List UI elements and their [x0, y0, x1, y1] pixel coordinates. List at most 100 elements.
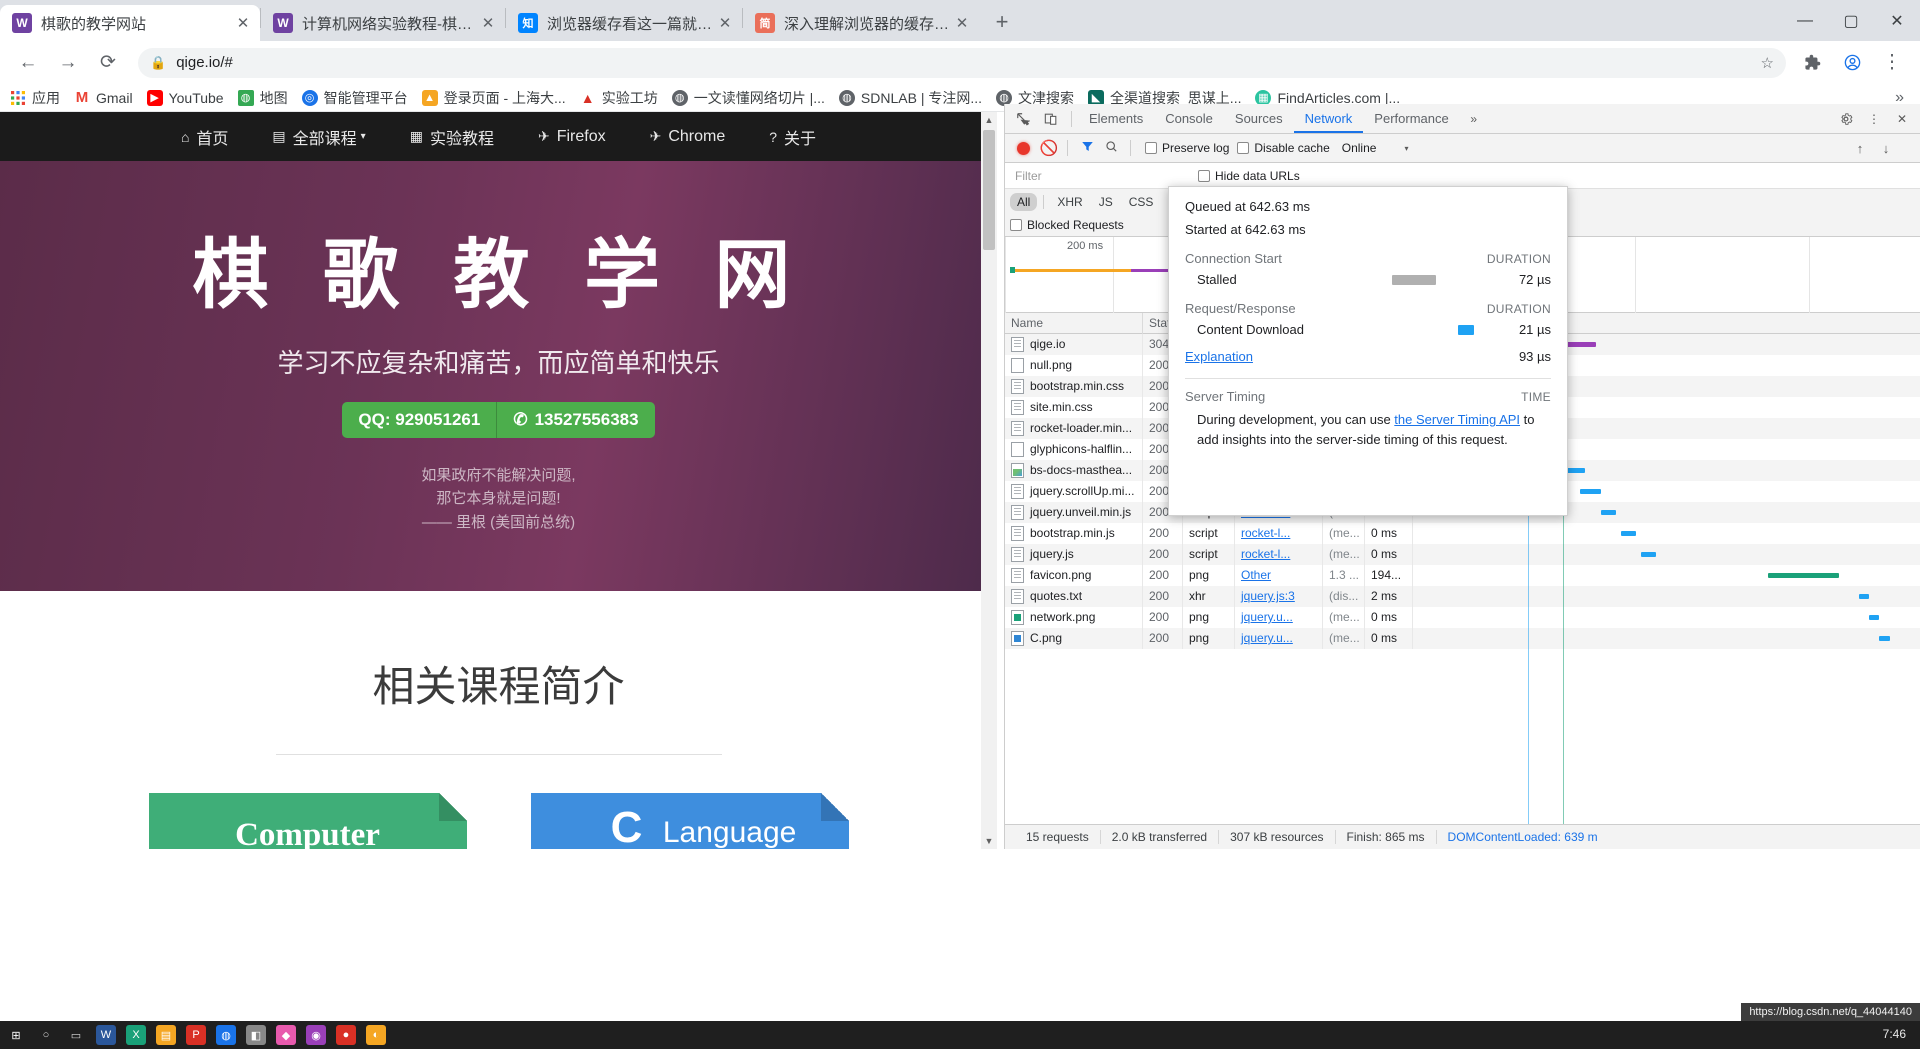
clear-icon[interactable]: 🚫 — [1039, 138, 1059, 158]
app-icon-7[interactable]: ◆ — [276, 1025, 296, 1045]
devtools-menu-icon[interactable]: ⋮ — [1860, 106, 1888, 132]
app-icon-8[interactable]: ◉ — [306, 1025, 326, 1045]
bookmark-sdnlab[interactable]: ◍ SDNLAB | 专注网... — [838, 88, 982, 108]
browser-tab-2[interactable]: 知 浏览器缓存看这一篇就够了 - 知乎 ✕ — [506, 5, 742, 41]
minimize-button[interactable]: — — [1782, 0, 1828, 41]
browser-tab-1[interactable]: W 计算机网络实验教程-棋歌教学网 ✕ — [261, 5, 505, 41]
search-icon[interactable] — [1100, 140, 1122, 156]
course-card-computer-network[interactable]: Computer — [148, 793, 467, 849]
device-toolbar-icon[interactable] — [1037, 106, 1065, 132]
table-row[interactable]: favicon.png 200 png Other 1.3 ... 194... — [1005, 565, 1920, 586]
chrome-menu-icon[interactable]: ⋮ — [1875, 46, 1909, 80]
nav-item-chrome[interactable]: ✈ Chrome — [650, 128, 726, 146]
browser-tab-3[interactable]: 简 深入理解浏览器的缓存机制 - 简书 ✕ — [743, 5, 979, 41]
gear-icon[interactable] — [1832, 106, 1860, 132]
tab-elements[interactable]: Elements — [1078, 104, 1154, 133]
browser-tab-0[interactable]: W 棋歌的教学网站 ✕ — [0, 5, 260, 41]
profile-icon[interactable] — [1835, 46, 1869, 80]
bookmark-youtube[interactable]: ▶ YouTube — [146, 89, 224, 106]
import-har-icon[interactable]: ↑ — [1848, 141, 1872, 156]
inspect-element-icon[interactable] — [1009, 106, 1037, 132]
tab-close-icon[interactable]: ✕ — [714, 12, 736, 34]
filter-input[interactable]: Filter — [1010, 165, 1178, 186]
column-header-name[interactable]: Name — [1005, 313, 1143, 334]
bookmark-gmail[interactable]: M Gmail — [74, 89, 133, 106]
export-har-icon[interactable]: ↓ — [1874, 141, 1898, 156]
app-icon-9[interactable]: ● — [336, 1025, 356, 1045]
scroll-down-icon[interactable]: ▼ — [981, 833, 997, 849]
star-icon[interactable]: ☆ — [1761, 54, 1774, 72]
server-timing-api-link[interactable]: the Server Timing API — [1394, 412, 1520, 427]
bookmark-lab[interactable]: ▲ 实验工坊 — [580, 88, 658, 108]
checkbox-box — [1145, 142, 1157, 154]
tab-console[interactable]: Console — [1154, 104, 1224, 133]
type-filter-all[interactable]: All — [1010, 192, 1038, 211]
bookmark-network-slicing[interactable]: ◍ 一文读懂网络切片 |... — [671, 88, 825, 108]
maximize-button[interactable]: ▢ — [1828, 0, 1874, 41]
disable-cache-checkbox[interactable]: Disable cache — [1237, 141, 1330, 155]
nav-item-home[interactable]: ⌂ 首页 — [181, 125, 228, 149]
nav-item-lab-tutorial[interactable]: ▦ 实验教程 — [410, 125, 494, 149]
app-icon-5[interactable]: ◍ — [216, 1025, 236, 1045]
tab-performance[interactable]: Performance — [1363, 104, 1459, 133]
funnel-icon[interactable] — [1076, 140, 1098, 156]
scrollbar-thumb[interactable] — [983, 130, 995, 250]
bookmark-login-page[interactable]: ▲ 登录页面 - 上海大... — [421, 88, 566, 108]
app-icon-2[interactable]: X — [126, 1025, 146, 1045]
tab-sources[interactable]: Sources — [1224, 104, 1294, 133]
close-window-button[interactable]: ✕ — [1874, 0, 1920, 41]
table-row[interactable]: quotes.txt 200 xhr jquery.js:3 (dis... 2 ms — [1005, 586, 1920, 607]
nav-item-about[interactable]: ? 关于 — [769, 125, 816, 149]
extensions-icon[interactable] — [1795, 46, 1829, 80]
bookmark-smart-platform[interactable]: ◎ 智能管理平台 — [301, 88, 408, 108]
table-row[interactable]: bootstrap.min.js 200 script rocket-l... (me.… — [1005, 523, 1920, 544]
tab-favicon: 知 — [518, 13, 538, 33]
explanation-link[interactable]: Explanation — [1185, 349, 1253, 364]
tab-close-icon[interactable]: ✕ — [951, 12, 973, 34]
app-icon-6[interactable]: ◧ — [246, 1025, 266, 1045]
type-filter-js[interactable]: JS — [1092, 193, 1120, 211]
tab-network[interactable]: Network — [1293, 104, 1364, 133]
reload-button[interactable]: ⟳ — [91, 46, 125, 80]
app-icon-1[interactable]: W — [96, 1025, 116, 1045]
initiator-link[interactable]: jquery.u... — [1241, 610, 1293, 624]
tab-close-icon[interactable]: ✕ — [477, 12, 499, 34]
table-row[interactable]: C.png 200 png jquery.u... (me... 0 ms — [1005, 628, 1920, 649]
start-button-icon[interactable]: ⊞ — [6, 1025, 26, 1045]
back-button[interactable]: ← — [11, 46, 45, 80]
nav-item-firefox[interactable]: ✈ Firefox — [538, 128, 606, 146]
app-icon-10[interactable]: ◐ — [366, 1025, 386, 1045]
type-filter-css[interactable]: CSS — [1122, 193, 1161, 211]
app-icon-3[interactable]: ▤ — [156, 1025, 176, 1045]
chevron-right-overflow-icon[interactable]: » — [1460, 106, 1488, 132]
hide-data-urls-checkbox[interactable]: Hide data URLs — [1198, 169, 1300, 183]
address-bar[interactable]: 🔒 qige.io/# ☆ — [138, 47, 1786, 78]
type-filter-xhr[interactable]: XHR — [1050, 193, 1089, 211]
bookmark-apps[interactable]: 应用 — [10, 88, 60, 108]
page-scrollbar[interactable]: ▲ ▼ — [981, 112, 997, 849]
tab-close-icon[interactable]: ✕ — [232, 12, 254, 34]
initiator-link[interactable]: jquery.u... — [1241, 631, 1293, 645]
taskview-icon[interactable]: ▭ — [66, 1025, 86, 1045]
initiator-link[interactable]: jquery.js:3 — [1241, 589, 1295, 603]
nav-item-all-courses[interactable]: ▤ 全部课程 ▾ — [272, 125, 365, 149]
close-devtools-icon[interactable]: ✕ — [1888, 106, 1916, 132]
contact-pill[interactable]: QQ: 929051261 ✆ 13527556383 — [342, 402, 655, 438]
table-row[interactable]: jquery.js 200 script rocket-l... (me... 0 ms — [1005, 544, 1920, 565]
taskbar-clock[interactable]: 7:46 — [1883, 1028, 1920, 1041]
preserve-log-checkbox[interactable]: Preserve log — [1145, 141, 1229, 155]
initiator-link[interactable]: rocket-l... — [1241, 526, 1290, 540]
scroll-up-icon[interactable]: ▲ — [981, 112, 997, 128]
throttling-select[interactable]: Online ▾ — [1342, 141, 1409, 155]
forward-button[interactable]: → — [51, 46, 85, 80]
bookmark-maps[interactable]: ◍ 地图 — [237, 88, 288, 108]
app-icon-4[interactable]: P — [186, 1025, 206, 1045]
new-tab-button[interactable]: + — [985, 5, 1019, 39]
blocked-requests-checkbox[interactable]: Blocked Requests — [1010, 218, 1124, 232]
initiator-link[interactable]: Other — [1241, 568, 1271, 582]
course-card-c-language[interactable]: C Language #include<stdio.h> — [530, 793, 849, 849]
table-row[interactable]: network.png 200 png jquery.u... (me... 0 ms — [1005, 607, 1920, 628]
search-taskbar-icon[interactable]: ○ — [36, 1025, 56, 1045]
initiator-link[interactable]: rocket-l... — [1241, 547, 1290, 561]
record-icon[interactable] — [1017, 141, 1030, 155]
